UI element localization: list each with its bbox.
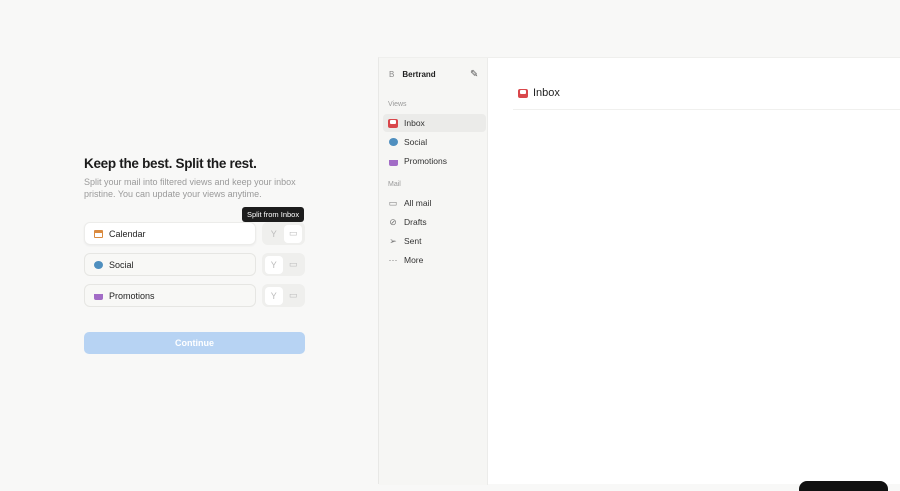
avatar: B	[389, 70, 395, 79]
bottom-bar	[799, 481, 888, 491]
sidebar-item-label: Social	[404, 137, 428, 147]
more-icon: ···	[388, 255, 398, 265]
user-account[interactable]: B Bertrand	[389, 70, 436, 79]
split-icon[interactable]: Y	[264, 255, 283, 274]
sidebar-item-promotions[interactable]: Promotions	[383, 152, 486, 170]
sidebar-item-label: Inbox	[404, 118, 425, 128]
split-icon[interactable]: Y	[264, 286, 283, 305]
view-row-calendar: Calendar Y ▭	[84, 222, 306, 245]
page-title: Inbox	[518, 87, 560, 99]
calendar-icon	[94, 229, 103, 238]
inbox-icon	[518, 88, 528, 98]
page-title-text: Inbox	[533, 87, 560, 99]
sidebar-item-social[interactable]: Social	[383, 133, 486, 151]
view-label: Calendar	[109, 228, 146, 239]
view-label: Promotions	[109, 290, 155, 301]
sidebar-item-label: Sent	[404, 236, 422, 246]
inbox-icon[interactable]: ▭	[284, 224, 303, 243]
sidebar-item-all-mail[interactable]: ▭ All mail	[383, 194, 486, 212]
split-toggle: Y ▭	[262, 222, 305, 245]
user-name: Bertrand	[402, 70, 436, 79]
onboarding-title: Keep the best. Split the rest.	[84, 156, 257, 171]
onboarding-subtitle: Split your mail into filtered views and …	[84, 177, 296, 199]
sidebar: B Bertrand ✎ Views Inbox Social Promotio…	[379, 58, 488, 485]
mail-heading: Mail	[388, 181, 401, 188]
sidebar-item-sent[interactable]: ➢ Sent	[383, 232, 486, 250]
view-label: Social	[109, 259, 134, 270]
divider	[513, 109, 900, 110]
view-card[interactable]: Promotions	[84, 284, 256, 307]
sidebar-item-more[interactable]: ··· More	[383, 251, 486, 269]
sidebar-item-drafts[interactable]: ⊘ Drafts	[383, 213, 486, 231]
views-heading: Views	[388, 101, 407, 108]
onboarding-header: Keep the best. Split the rest. Split you…	[84, 156, 306, 200]
sidebar-item-label: Promotions	[404, 156, 447, 166]
drafts-icon: ⊘	[389, 216, 397, 227]
sidebar-item-label: Drafts	[404, 217, 427, 227]
basket-icon	[94, 294, 103, 300]
view-card[interactable]: Calendar	[84, 222, 256, 245]
all-mail-icon: ▭	[388, 197, 398, 208]
split-icon[interactable]: Y	[265, 225, 283, 243]
tooltip: Split from Inbox	[242, 207, 305, 222]
main-pane: Inbox	[488, 58, 900, 484]
basket-icon	[388, 156, 398, 166]
view-row-promotions: Promotions Y ▭	[84, 284, 306, 307]
sidebar-item-label: All mail	[404, 198, 432, 208]
view-row-social: Social Y ▭	[84, 253, 306, 276]
view-card[interactable]: Social	[84, 253, 256, 276]
continue-button[interactable]: Continue	[84, 332, 305, 354]
split-toggle: Y ▭	[262, 284, 305, 307]
app-preview: B Bertrand ✎ Views Inbox Social Promotio…	[378, 57, 900, 485]
inbox-icon[interactable]: ▭	[284, 256, 302, 274]
sidebar-item-label: More	[404, 255, 424, 265]
split-toggle: Y ▭	[262, 253, 305, 276]
sidebar-item-inbox[interactable]: Inbox	[383, 114, 486, 132]
sent-icon: ➢	[389, 235, 397, 246]
chat-bubble-icon	[94, 260, 103, 269]
inbox-icon	[388, 118, 398, 128]
inbox-icon[interactable]: ▭	[284, 287, 302, 305]
compose-icon[interactable]: ✎	[470, 69, 478, 80]
chat-bubble-icon	[388, 137, 398, 147]
